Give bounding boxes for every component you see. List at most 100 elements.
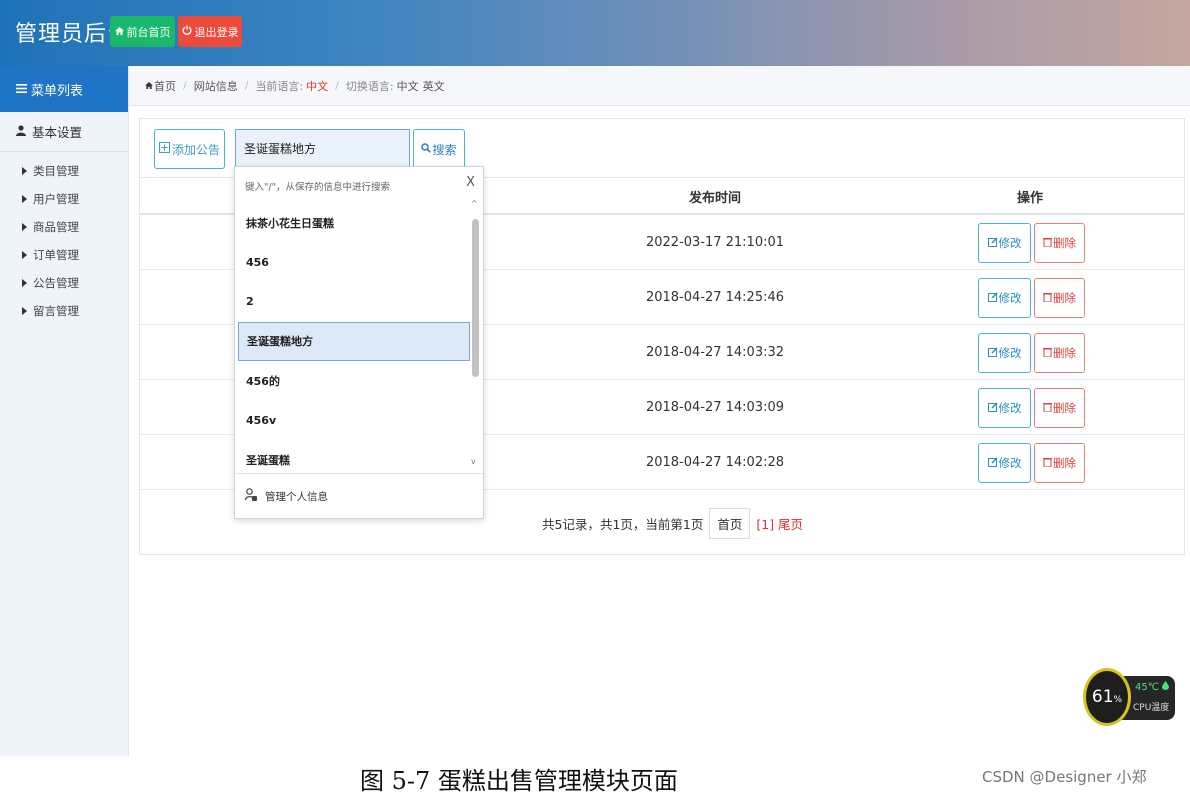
delete-button[interactable]: 删除 [1034,223,1085,263]
sidebar-item-label: 留言管理 [33,304,79,318]
sidebar-item-products[interactable]: 商品管理 [0,213,128,241]
breadcrumb: 首页 / 网站信息 / 当前语言: 中文 / 切换语言: 中文 英文 [129,66,1190,106]
close-icon[interactable]: X [466,175,475,190]
current-language-value: 中文 [306,79,329,93]
list-icon [16,82,27,97]
delete-button[interactable]: 删除 [1034,333,1085,373]
scroll-up-icon[interactable]: ^ [471,199,478,208]
plus-square-icon [158,142,170,156]
autocomplete-option-selected[interactable]: 圣诞蛋糕地方 [238,321,470,361]
sidebar-group-basic-settings[interactable]: 基本设置 [0,112,128,152]
edit-label: 修改 [998,291,1022,305]
cpu-usage-unit: % [1113,694,1123,705]
last-page-link[interactable]: [1] 尾页 [756,514,803,533]
logout-label: 退出登录 [194,25,239,39]
search-label: 搜索 [432,142,457,157]
edit-label: 修改 [998,456,1022,470]
home-icon [114,25,124,38]
edit-button[interactable]: 修改 [978,443,1031,483]
add-announcement-button[interactable]: 添加公告 [154,129,225,169]
breadcrumb-section[interactable]: 网站信息 [194,78,238,94]
language-option-chinese[interactable]: 中文 [397,78,419,94]
scroll-down-icon[interactable]: v [471,457,476,466]
edit-button[interactable]: 修改 [978,388,1031,428]
autocomplete-option[interactable]: 456的 [238,361,470,401]
current-language-label: 当前语言: [255,79,304,93]
sidebar-item-label: 订单管理 [33,248,79,262]
caret-right-icon [22,307,27,315]
edit-icon [987,236,998,250]
publish-time: 2018-04-27 14:25:46 [645,290,785,305]
delete-button[interactable]: 删除 [1034,388,1085,428]
cpu-temperature: 45℃ [1135,681,1170,693]
sidebar-item-label: 公告管理 [33,276,79,290]
search-button[interactable]: 搜索 [413,129,465,169]
publish-time: 2018-04-27 14:02:28 [645,455,785,470]
sidebar-item-label: 商品管理 [33,220,79,234]
key-person-icon [244,488,257,504]
edit-button[interactable]: 修改 [978,278,1031,318]
publish-time: 2022-03-17 21:10:01 [645,235,785,250]
breadcrumb-separator: / [244,79,249,92]
search-input[interactable] [235,129,410,167]
sidebar-item-label: 类目管理 [33,164,79,178]
top-header: 管理员后台 前台首页 退出登录 [0,0,1190,66]
caret-right-icon [22,167,27,175]
edit-icon [987,456,998,470]
autocomplete-option[interactable]: 456 [238,243,470,283]
edit-icon [987,346,998,360]
logout-button[interactable]: 退出登录 [178,16,242,47]
delete-button[interactable]: 删除 [1034,278,1085,318]
search-icon [421,142,432,156]
autocomplete-option[interactable]: 2 [238,282,470,322]
column-header-time: 发布时间 [688,190,741,206]
autocomplete-option[interactable]: 456v [238,401,470,441]
sidebar-item-users[interactable]: 用户管理 [0,185,128,213]
power-icon [182,25,192,38]
figure-caption: 图 5-7 蛋糕出售管理模块页面 [360,767,678,795]
sidebar-item-category[interactable]: 类目管理 [0,157,128,185]
scrollbar-thumb[interactable] [472,219,479,377]
edit-button[interactable]: 修改 [978,223,1031,263]
frontend-home-label: 前台首页 [126,25,171,39]
sidebar-item-label: 用户管理 [33,192,79,206]
dropdown-scrollbar[interactable]: ^ v [471,197,481,472]
sidebar-item-announcements[interactable]: 公告管理 [0,269,128,297]
user-icon [16,124,26,139]
caret-right-icon [22,195,27,203]
pagination-summary: 共5记录，共1页，当前第1页 [542,517,704,532]
language-option-english[interactable]: 英文 [423,78,445,94]
edit-label: 修改 [998,346,1022,360]
trash-icon [1043,456,1052,470]
caret-right-icon [22,279,27,287]
first-page-button[interactable]: 首页 [709,508,751,539]
watermark: CSDN @Designer 小郑 [982,768,1147,786]
caret-right-icon [22,223,27,231]
edit-icon [987,291,998,305]
sidebar: 菜单列表 基本设置 类目管理 用户管理 商品管理 订单管理 公告管理 留言管理 [0,66,129,756]
frontend-home-button[interactable]: 前台首页 [110,16,175,47]
column-header-actions: 操作 [1016,190,1043,206]
sidebar-menu: 类目管理 用户管理 商品管理 订单管理 公告管理 留言管理 [0,152,128,325]
cpu-usage-value: 61 [1091,687,1114,707]
menu-list-header[interactable]: 菜单列表 [0,66,128,112]
edit-icon [987,401,998,415]
autocomplete-option[interactable]: 抹茶小花生日蛋糕 [238,203,470,243]
delete-button[interactable]: 删除 [1034,443,1085,483]
cpu-temperature-label: CPU温度 [1133,703,1170,713]
delete-label: 删除 [1053,291,1076,305]
droplet-icon [1162,681,1170,693]
breadcrumb-home-label: 首页 [154,79,176,93]
autocomplete-dropdown: 键入"/"，从保存的信息中进行搜索 X 抹茶小花生日蛋糕 456 2 圣诞蛋糕地… [234,166,484,519]
sidebar-item-messages[interactable]: 留言管理 [0,297,128,325]
breadcrumb-home[interactable]: 首页 [145,78,176,94]
caret-right-icon [22,251,27,259]
manage-personal-info[interactable]: 管理个人信息 [235,473,483,518]
edit-button[interactable]: 修改 [978,333,1031,373]
cpu-monitor-widget[interactable]: 61% 45℃ CPU温度 [1083,668,1177,728]
trash-icon [1043,291,1052,305]
breadcrumb-separator: / [183,79,187,92]
autocomplete-hint: 键入"/"，从保存的信息中进行搜索 [245,182,390,193]
switch-language-label: 切换语言: [345,79,394,93]
sidebar-item-orders[interactable]: 订单管理 [0,241,128,269]
